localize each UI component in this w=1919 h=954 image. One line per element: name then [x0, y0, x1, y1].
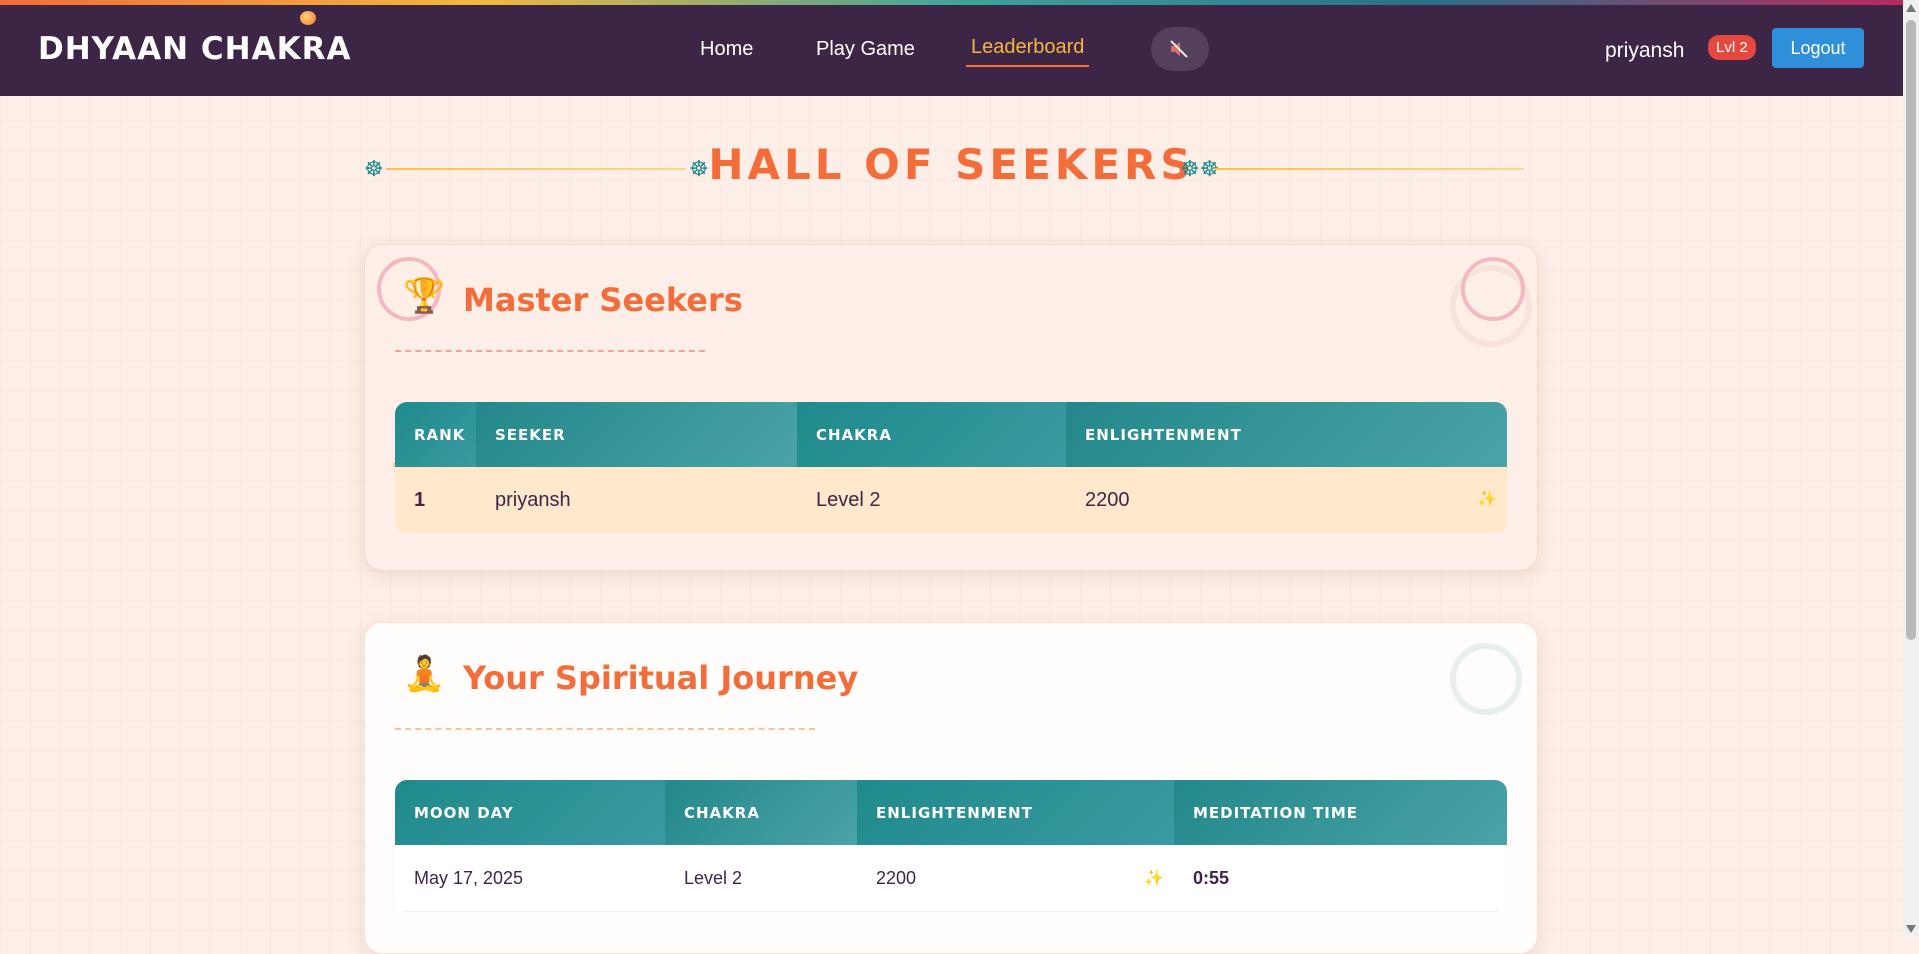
table-row[interactable]: 1 priyansh Level 2 2200 ✨: [395, 467, 1507, 533]
sparkle-icon: ✨: [1477, 490, 1497, 508]
trophy-icon: 🏆: [403, 277, 446, 315]
column-header[interactable]: ENLIGHTENMENT: [857, 780, 1174, 845]
journey-table: MOON DAY CHAKRA ENLIGHTENMENT MEDITATION…: [395, 780, 1507, 912]
enlightenment-cell: 2200 ✨: [857, 845, 1174, 912]
column-header[interactable]: ENLIGHTENMENT: [1066, 402, 1507, 467]
enlightenment-cell: 2200 ✨: [1066, 467, 1507, 533]
enlightenment-value: 2200: [1085, 488, 1130, 511]
level-badge: Lvl 2: [1708, 35, 1756, 60]
nav-home[interactable]: Home: [700, 38, 753, 61]
spiritual-journey-card: 🧘 Your Spiritual Journey MOON DAY CHAKRA…: [364, 622, 1538, 954]
column-header[interactable]: CHAKRA: [665, 780, 857, 845]
sound-toggle-button[interactable]: [1151, 27, 1209, 71]
title-underline: [395, 728, 815, 730]
title-divider-right: [1214, 168, 1524, 170]
speaker-muted-icon: [1170, 40, 1188, 58]
moon-day-cell: May 17, 2025: [395, 845, 665, 912]
page-scrollbar[interactable]: [1903, 0, 1919, 937]
logout-button[interactable]: Logout: [1772, 28, 1864, 68]
enlightenment-value: 2200: [876, 867, 917, 888]
master-seekers-title: Master Seekers: [463, 281, 743, 319]
title-underline: [395, 350, 705, 352]
column-header[interactable]: RANK: [395, 402, 476, 467]
column-header[interactable]: MEDITATION TIME: [1174, 780, 1507, 845]
scroll-up-arrow-icon[interactable]: [1906, 4, 1916, 12]
journey-title: Your Spiritual Journey: [463, 659, 859, 697]
column-header[interactable]: SEEKER: [476, 402, 797, 467]
page-title: HALL OF SEEKERS: [708, 140, 1195, 189]
decorative-ring: [1450, 643, 1522, 715]
master-seekers-card: 🏆 Master Seekers 🏆 RANK SEEKER CHAKRA EN…: [364, 244, 1538, 571]
column-header[interactable]: MOON DAY: [395, 780, 665, 845]
master-seekers-table: RANK SEEKER CHAKRA ENLIGHTENMENT 1 priya…: [395, 402, 1507, 533]
brand-flame-icon: [300, 11, 316, 25]
scrollbar-thumb[interactable]: [1906, 20, 1916, 640]
navbar: DHYAAN CHAKRA Home Play Game Leaderboard…: [0, 5, 1903, 96]
user-name: priyansh: [1605, 39, 1685, 62]
column-header[interactable]: CHAKRA: [797, 402, 1066, 467]
chakra-cell: Level 2: [665, 845, 857, 912]
scroll-down-arrow-icon[interactable]: [1906, 925, 1916, 933]
brand-logo[interactable]: DHYAAN CHAKRA: [38, 31, 351, 67]
sparkle-icon: ✨: [1144, 869, 1164, 887]
meditation-icon: 🧘: [403, 655, 446, 693]
meditation-time-cell: 0:55: [1174, 845, 1507, 912]
seeker-cell: priyansh: [476, 467, 797, 533]
decorative-ring: [1450, 265, 1532, 347]
nav-leaderboard[interactable]: Leaderboard: [966, 36, 1090, 67]
table-row[interactable]: May 17, 2025 Level 2 2200 ✨ 0:55: [395, 845, 1507, 912]
nav-play-game[interactable]: Play Game: [816, 38, 915, 61]
chakra-cell: Level 2: [797, 467, 1066, 533]
rank-cell: 1: [395, 467, 476, 533]
